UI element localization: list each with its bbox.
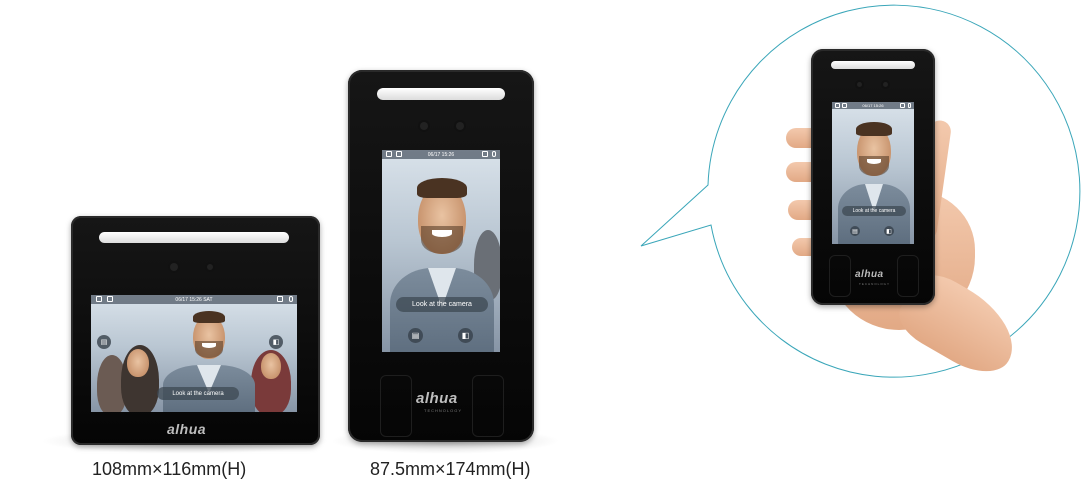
handheld-camera-right [883,82,888,87]
card-icon: ▤ [852,228,858,235]
handheld-sensor-left [829,255,851,297]
handheld-main-hair [856,122,892,136]
handheld-status-bar: 06/17 15:26 [832,102,914,109]
monitor-icon [900,103,905,108]
handheld-sensor-right [897,255,919,297]
menu-icon [835,103,840,108]
handheld-camera-left [857,82,862,87]
door-icon: ◧ [886,228,892,235]
handheld-screen-datetime: 06/17 15:26 [862,103,884,108]
handheld-screen: 06/17 15:26 Look at the camera ▤ ◧ [832,102,914,244]
handheld-door-button[interactable]: ◧ [884,226,894,236]
handheld-device: 06/17 15:26 Look at the camera ▤ ◧ alhua… [811,49,935,305]
handheld-light-bar [831,61,915,69]
face-icon [842,103,847,108]
product-stage: 06/17 15:26 SAT ▤ ◧ Look at the camera a… [0,0,1086,486]
handheld-main-smile [867,159,881,164]
handheld-prompt-pill: Look at the camera [842,206,906,216]
handheld-card-button[interactable]: ▤ [850,226,860,236]
mic-icon [908,103,911,108]
handheld-prompt-text: Look at the camera [852,208,896,214]
handheld-logo: alhua [855,269,884,280]
handheld-logo-sub: TECHNOLOGY [859,282,891,286]
